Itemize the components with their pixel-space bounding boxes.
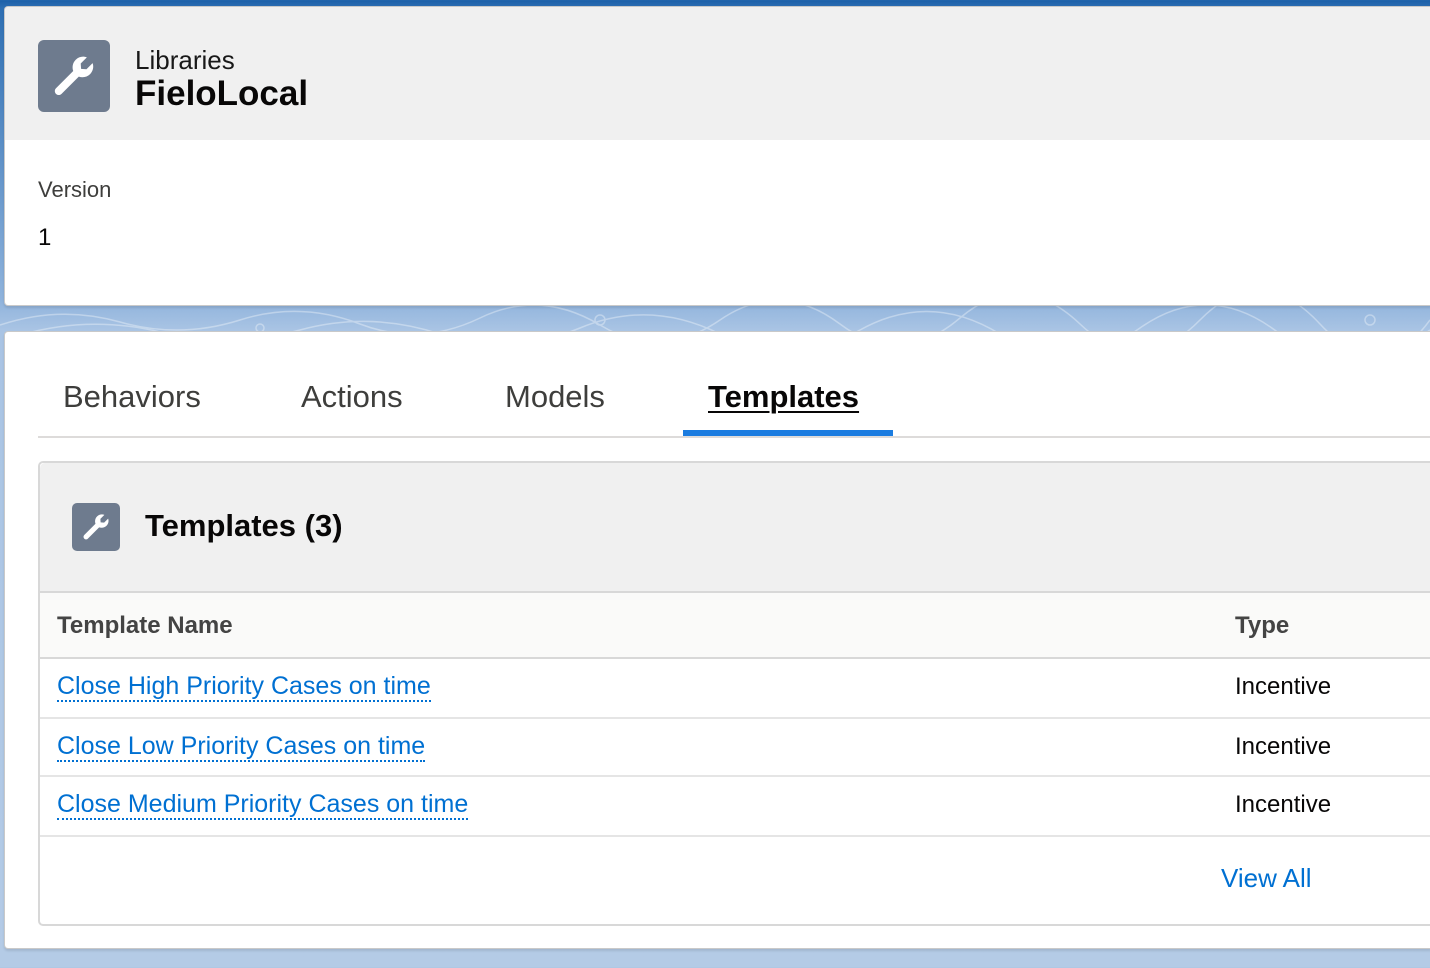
template-name-link[interactable]: Close High Priority Cases on time — [57, 672, 431, 702]
table-row: Close Medium Priority Cases on time Ince… — [40, 777, 1430, 837]
record-type-label: Libraries — [135, 45, 235, 75]
view-all-link[interactable]: View All — [1221, 863, 1312, 894]
tab-models[interactable]: Models — [505, 379, 605, 415]
wrench-icon — [38, 40, 110, 112]
related-tabs-card: Behaviors Actions Models Templates Templ… — [4, 331, 1430, 949]
column-header-template-name: Template Name — [57, 612, 233, 639]
version-value: 1 — [38, 224, 52, 251]
record-header-card: Libraries FieloLocal Version 1 — [4, 6, 1430, 306]
column-header-type: Type — [1235, 612, 1290, 639]
templates-related-list: Templates (3) Template Name Type Close H… — [38, 461, 1430, 926]
template-type: Incentive — [1235, 791, 1332, 818]
table-row: Close High Priority Cases on time Incent… — [40, 659, 1430, 719]
tab-actions[interactable]: Actions — [301, 379, 403, 415]
tab-templates[interactable]: Templates — [708, 379, 859, 415]
template-name-link[interactable]: Close Low Priority Cases on time — [57, 732, 426, 762]
tab-behaviors[interactable]: Behaviors — [63, 379, 201, 415]
related-list-title[interactable]: Templates (3) — [145, 508, 343, 544]
template-type: Incentive — [1235, 673, 1332, 700]
version-label: Version — [38, 177, 112, 202]
active-tab-indicator — [683, 430, 893, 436]
template-type: Incentive — [1235, 733, 1332, 760]
record-title: FieloLocal — [135, 74, 309, 113]
table-header-row: Template Name Type — [40, 593, 1430, 659]
record-header: Libraries FieloLocal — [5, 7, 1430, 140]
related-list-header: Templates (3) — [40, 463, 1430, 593]
tab-bar: Behaviors Actions Models Templates — [38, 332, 1430, 438]
template-name-link[interactable]: Close Medium Priority Cases on time — [57, 790, 469, 820]
wrench-icon — [72, 503, 120, 551]
table-row: Close Low Priority Cases on time Incenti… — [40, 719, 1430, 777]
